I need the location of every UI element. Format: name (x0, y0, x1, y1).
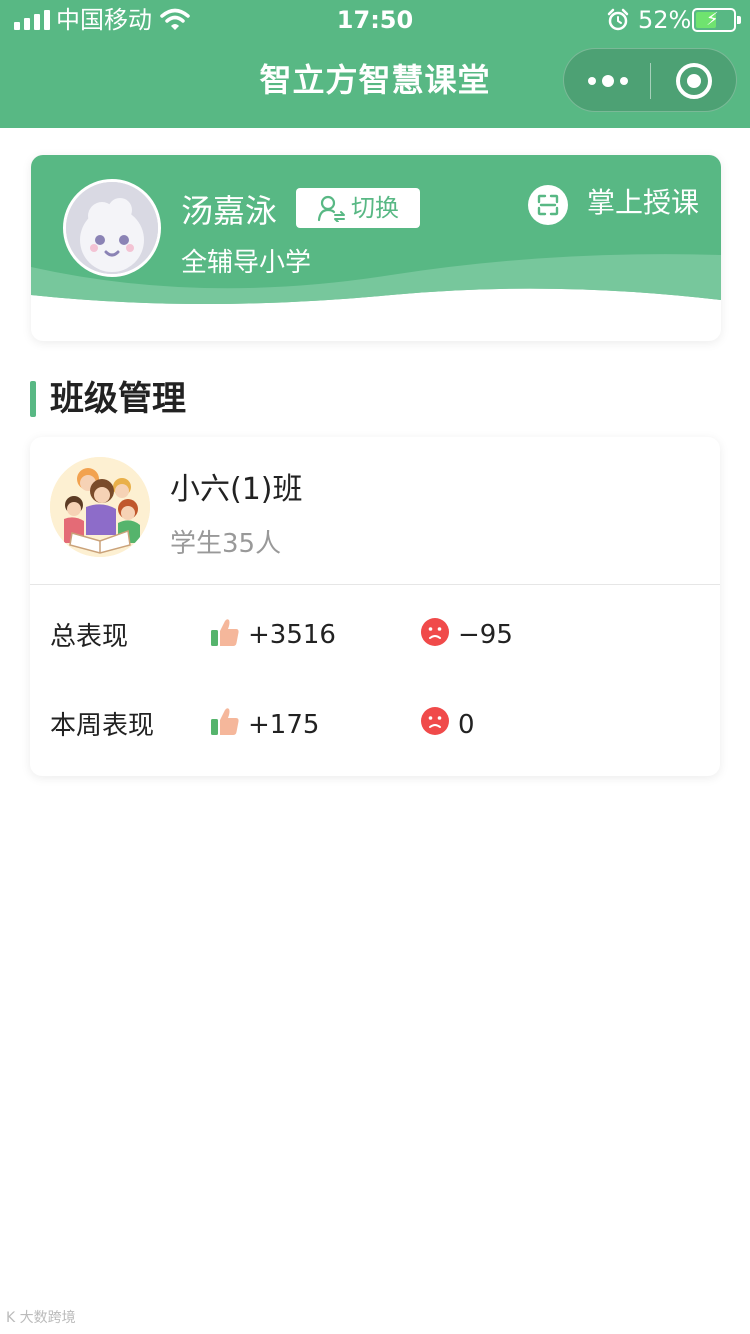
mini-program-capsule (563, 48, 737, 112)
frown-icon (421, 618, 449, 646)
teach-button-label[interactable]: 掌上授课 (587, 183, 699, 223)
alarm-icon (607, 8, 629, 31)
class-name: 小六(1)班 (170, 472, 303, 507)
teacher-name: 汤嘉泳 (181, 192, 278, 230)
total-positive-points: +3516 (248, 620, 336, 650)
battery-percent: 52% (638, 6, 692, 34)
weekly-negative-points: 0 (458, 710, 475, 740)
top-bar: 中国移动 17:50 52% ⚡ 智立方智慧课堂 (0, 0, 750, 128)
watermark: K 大数跨境 (6, 1310, 76, 1326)
student-count: 学生35人 (170, 529, 282, 559)
switch-label: 切换 (351, 194, 399, 222)
section-accent-bar (30, 381, 36, 417)
battery-icon: ⚡ (692, 8, 741, 32)
capsule-divider (650, 63, 651, 99)
avatar[interactable] (63, 179, 161, 277)
total-negative-points: −95 (458, 620, 513, 650)
switch-button[interactable]: 切换 (296, 188, 420, 228)
total-performance-label: 总表现 (50, 622, 129, 652)
thumbs-up-icon (211, 708, 239, 735)
user-switch-icon (317, 195, 345, 222)
class-card[interactable]: 小六(1)班 学生35人 总表现 +3516 −95 本周表现 +175 0 (30, 437, 720, 776)
scan-icon[interactable] (528, 185, 568, 225)
divider (30, 584, 720, 585)
more-icon[interactable] (588, 49, 628, 113)
weekly-positive-points: +175 (248, 710, 320, 740)
school-name: 全辅导小学 (181, 248, 312, 278)
status-bar: 中国移动 17:50 52% ⚡ (0, 0, 750, 40)
frown-icon (421, 707, 449, 735)
section-title: 班级管理 (50, 379, 186, 419)
target-icon[interactable] (676, 63, 712, 99)
profile-card: 汤嘉泳 切换 全辅导小学 掌上授课 (31, 155, 721, 341)
thumbs-up-icon (211, 619, 239, 646)
weekly-performance-label: 本周表现 (50, 711, 155, 741)
class-avatar (50, 457, 150, 557)
